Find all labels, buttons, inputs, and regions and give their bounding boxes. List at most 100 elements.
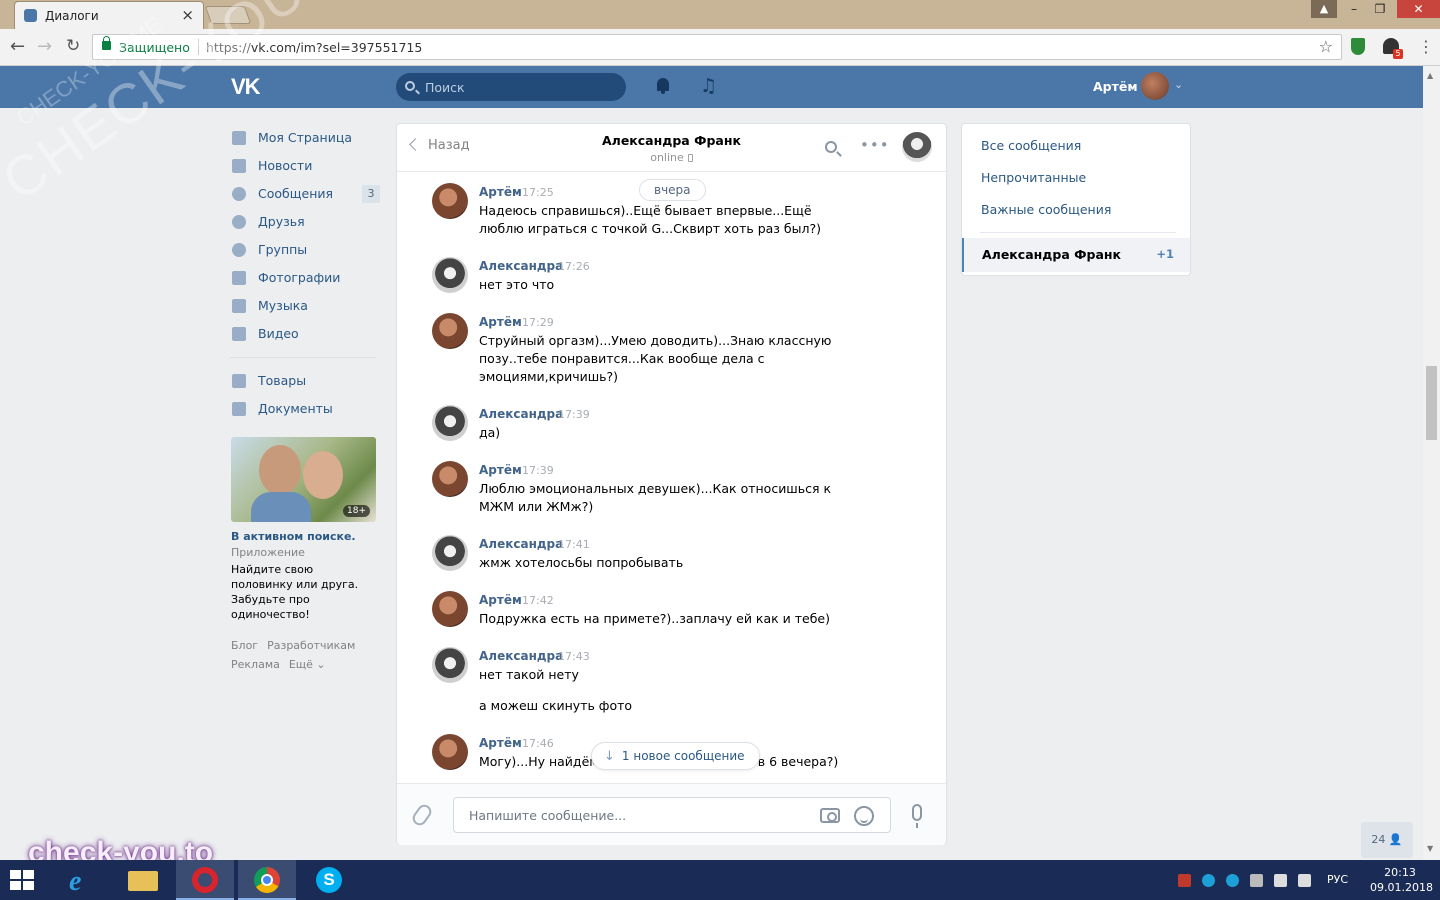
footer-link-ads[interactable]: Реклама [231, 658, 280, 671]
folder-important[interactable]: Важные сообщения [981, 202, 1111, 217]
skype-icon[interactable]: S [300, 860, 358, 900]
author-avatar[interactable] [432, 535, 468, 571]
opera-icon[interactable] [176, 860, 234, 900]
emoji-icon[interactable] [854, 806, 874, 826]
chat-panel: Назад Александра Франк online ••• Артём … [396, 123, 947, 845]
chevron-down-icon[interactable]: ⌄ [1174, 78, 1183, 91]
tray-skype-icon[interactable] [1226, 874, 1239, 887]
scroll-up-arrow-icon[interactable]: ▲ [1427, 71, 1433, 80]
sidebar-item-messages[interactable]: Сообщения 3 [230, 180, 380, 208]
author-avatar[interactable] [432, 734, 468, 770]
message-author[interactable]: Артём [479, 315, 522, 329]
message-author[interactable]: Александра [479, 537, 563, 551]
folder-all[interactable]: Все сообщения [981, 138, 1081, 153]
file-explorer-icon[interactable] [114, 860, 172, 900]
sidebar-item-market[interactable]: Товары [230, 367, 380, 395]
bookmark-star-icon[interactable]: ☆ [1319, 37, 1333, 56]
browser-tab[interactable]: Диалоги × [14, 1, 204, 29]
paperclip-icon[interactable] [409, 801, 435, 829]
folder-divider [980, 232, 1176, 233]
page-scrollbar[interactable]: ▲ ▼ [1423, 66, 1440, 860]
message-input-box[interactable] [453, 797, 891, 833]
message-author[interactable]: Артём [479, 593, 522, 607]
author-avatar[interactable] [432, 313, 468, 349]
sidebar-item-friends[interactable]: Друзья [230, 208, 380, 236]
search-icon [405, 81, 415, 91]
user-name[interactable]: Артём [1093, 79, 1138, 94]
vk-logo[interactable]: VK [231, 74, 261, 100]
ad-title[interactable]: В активном поиске. [231, 530, 376, 543]
message-list[interactable]: Артём 17:25 Надеюсь справишься)..Ещё быв… [397, 173, 946, 783]
tray-skype-icon[interactable] [1202, 874, 1215, 887]
author-avatar[interactable] [432, 591, 468, 627]
window-user-icon[interactable]: ▲ [1311, 0, 1337, 18]
author-avatar[interactable] [432, 461, 468, 497]
user-avatar[interactable] [1141, 72, 1169, 100]
author-avatar[interactable] [432, 405, 468, 441]
window-minimize-button[interactable]: – [1340, 0, 1368, 18]
message-input[interactable] [467, 807, 807, 824]
tray-flag-icon[interactable] [1250, 874, 1263, 887]
footer-link-devs[interactable]: Разработчикам [267, 639, 355, 652]
windows-start-icon[interactable] [10, 870, 36, 890]
author-avatar[interactable] [432, 647, 468, 683]
active-dialog-name: Александра Франк [982, 247, 1122, 262]
new-tab-button[interactable] [204, 6, 252, 24]
network-icon[interactable] [1274, 874, 1287, 887]
footer-link-more[interactable]: Ещё ⌄ [289, 658, 326, 671]
author-avatar[interactable] [432, 257, 468, 293]
person-icon: 👤 [1388, 833, 1403, 846]
input-language[interactable]: РУС [1327, 873, 1348, 886]
bell-icon[interactable] [655, 77, 671, 95]
tab-close-icon[interactable]: × [181, 6, 194, 24]
url-text[interactable]: https://vk.com/im?sel=397551715 [206, 40, 422, 55]
microphone-icon[interactable] [912, 804, 922, 828]
window-restore-button[interactable]: ❐ [1366, 0, 1394, 18]
search-box[interactable] [396, 73, 626, 101]
sidebar-item-video[interactable]: Видео [230, 320, 380, 348]
music-note-icon[interactable]: ♫ [700, 75, 717, 97]
online-friends-widget[interactable]: 24 👤 [1361, 822, 1413, 858]
search-input[interactable] [423, 79, 613, 96]
sidebar-item-groups[interactable]: Группы [230, 236, 380, 264]
message-author[interactable]: Александра [479, 649, 563, 663]
peer-avatar[interactable] [902, 132, 932, 162]
tray-app-icon[interactable] [1178, 874, 1191, 887]
message-author[interactable]: Артём [479, 736, 522, 750]
sidebar-item-documents[interactable]: Документы [230, 395, 380, 423]
back-arrow-icon[interactable]: ← [10, 36, 25, 57]
folder-active-dialog[interactable]: Александра Франк +1 [962, 238, 1190, 272]
message-author[interactable]: Александра [479, 407, 563, 421]
folder-unread[interactable]: Непрочитанные [981, 170, 1086, 185]
new-messages-button[interactable]: ↓ 1 новое сообщение [591, 742, 760, 770]
clock[interactable]: 20:13 09.01.2018 [1370, 865, 1433, 895]
scroll-thumb[interactable] [1426, 366, 1437, 440]
author-avatar[interactable] [432, 183, 468, 219]
reload-icon[interactable]: ↻ [66, 36, 80, 56]
browser-menu-icon[interactable]: ⋮ [1418, 37, 1434, 56]
scroll-down-arrow-icon[interactable]: ▼ [1427, 844, 1433, 853]
address-bar[interactable]: Защищено https://vk.com/im?sel=397551715… [92, 34, 1342, 60]
sidebar-ad[interactable]: 18+ В активном поиске. Приложение Найдит… [231, 437, 376, 622]
message-time: 17:39 [522, 464, 554, 477]
sidebar-item-music[interactable]: Музыка [230, 292, 380, 320]
more-icon[interactable]: ••• [860, 136, 890, 154]
forward-arrow-icon[interactable]: → [37, 36, 52, 57]
sidebar-item-photos[interactable]: Фотографии [230, 264, 380, 292]
message-author[interactable]: Александра [479, 259, 563, 273]
camera-icon[interactable] [820, 808, 840, 823]
message-text: нет такой нету [479, 667, 579, 682]
chrome-icon[interactable] [238, 860, 296, 900]
internet-explorer-icon[interactable]: e [52, 860, 110, 900]
footer-link-blog[interactable]: Блог [231, 639, 258, 652]
search-icon[interactable] [825, 141, 837, 153]
ad-image[interactable]: 18+ [231, 437, 376, 522]
window-close-button[interactable]: ✕ [1397, 0, 1440, 18]
message-time: 17:46 [522, 737, 554, 750]
sidebar-item-news[interactable]: Новости [230, 152, 380, 180]
volume-icon[interactable] [1298, 874, 1311, 887]
message-author[interactable]: Артём [479, 463, 522, 477]
shield-extension-icon[interactable] [1351, 38, 1365, 55]
sidebar-item-my-page[interactable]: Моя Страница [230, 124, 380, 152]
message-author[interactable]: Артём [479, 185, 522, 199]
